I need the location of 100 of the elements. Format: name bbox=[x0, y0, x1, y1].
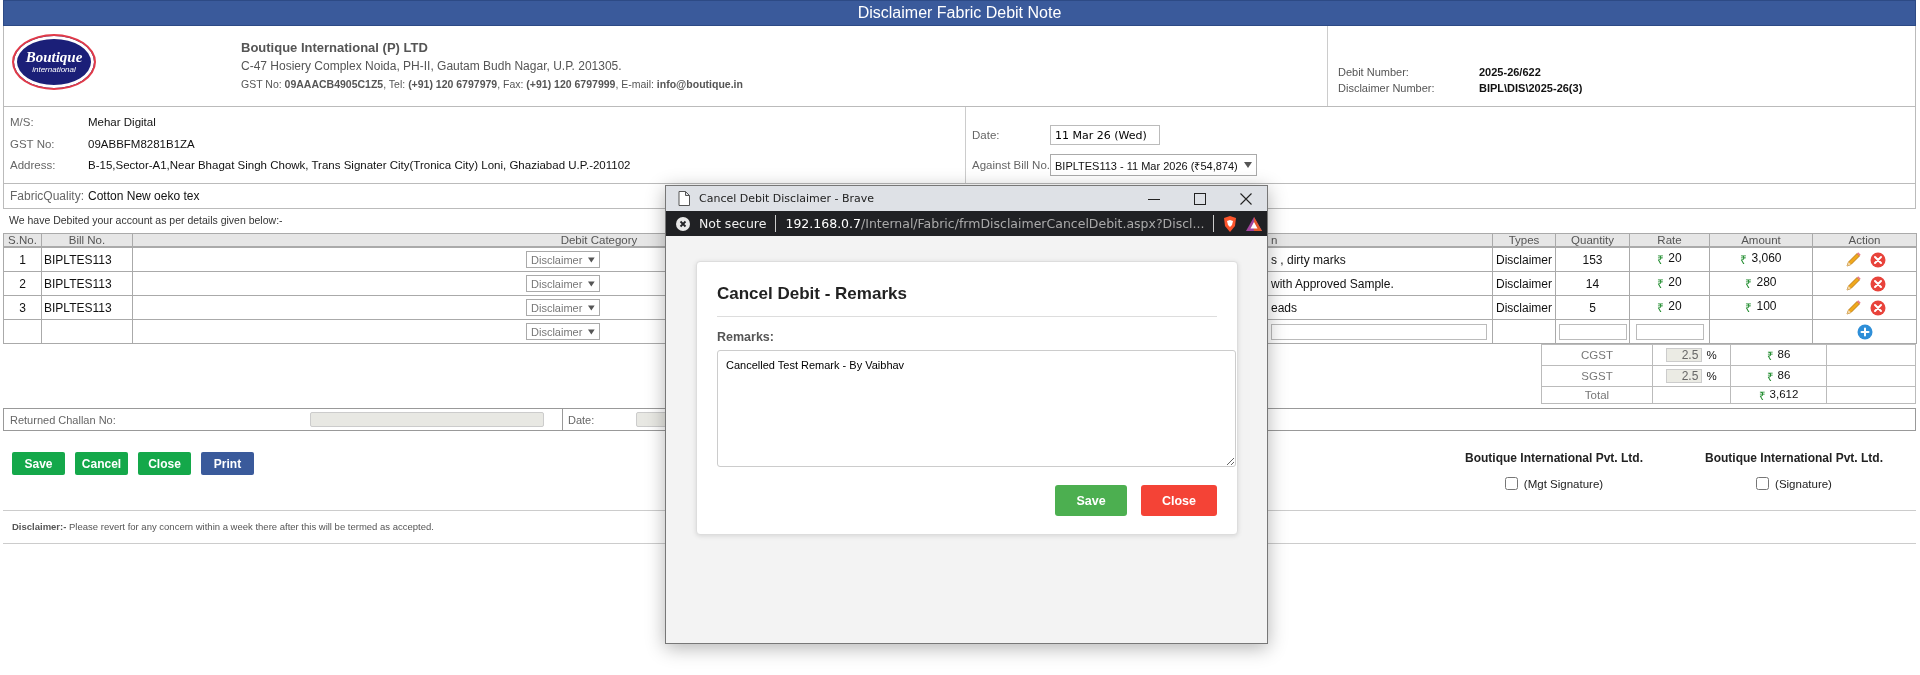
field-label: FabricQuality: bbox=[10, 189, 85, 203]
table-cell: 2 bbox=[3, 271, 42, 296]
table-cell: CGST bbox=[1541, 344, 1653, 366]
field-value: B-15,Sector-A1,Near Bhagat Singh Chowk, Trans Signater City(Tronica City) Loni, Ghaziabad U.P.-201102 bbox=[88, 158, 631, 173]
percent-sign: % bbox=[1706, 370, 1717, 382]
table-cell: Disclaimer bbox=[1492, 271, 1556, 296]
amount-text: 86 bbox=[1777, 368, 1791, 383]
pencil-icon[interactable] bbox=[1843, 250, 1862, 269]
amount-text: 86 bbox=[1777, 347, 1791, 362]
currency-symbol: ₹ bbox=[1657, 300, 1665, 316]
window-title: Cancel Debit Disclaimer - Brave bbox=[699, 192, 876, 205]
page-icon bbox=[678, 191, 690, 206]
currency-symbol: ₹ bbox=[1766, 369, 1774, 384]
input-field[interactable] bbox=[1271, 323, 1487, 340]
action-button[interactable]: Close bbox=[138, 452, 191, 475]
table-cell: 5 bbox=[1555, 295, 1630, 320]
lion-shield-icon[interactable] bbox=[1223, 215, 1238, 232]
field-value: 2025-26/622 bbox=[1479, 65, 1541, 80]
date-field[interactable]: 11 Mar 26 (Wed) bbox=[1050, 125, 1160, 145]
input-field[interactable] bbox=[1558, 323, 1627, 340]
error-icon bbox=[676, 216, 690, 231]
table-cell: Disclaimer bbox=[1492, 247, 1556, 272]
dropdown[interactable]: Disclaimer bbox=[526, 251, 600, 268]
percent-field[interactable]: 2.5 bbox=[1666, 369, 1703, 383]
input-field[interactable] bbox=[1635, 323, 1704, 340]
column-header: Types bbox=[1492, 233, 1556, 247]
disclaimer-text: Disclaimer:- Please revert for any concern within a week there after this will be termed as accepted. bbox=[11, 520, 435, 534]
amount-text: 20 bbox=[1668, 299, 1682, 315]
dropdown[interactable]: Disclaimer bbox=[526, 299, 600, 316]
currency-symbol: ₹ bbox=[1657, 252, 1665, 268]
table-cell: SGST bbox=[1541, 365, 1653, 387]
currency-symbol: ₹ bbox=[1745, 300, 1753, 316]
field-label: Debit Number: bbox=[1338, 65, 1410, 80]
action-button[interactable]: Cancel bbox=[75, 452, 128, 475]
field-value: Cotton New oeko tex bbox=[88, 189, 200, 203]
delete-icon[interactable] bbox=[1869, 251, 1886, 268]
field-value: Mehar Digital bbox=[88, 115, 156, 130]
company-name: Boutique International Pvt. Ltd. bbox=[1465, 451, 1643, 465]
remarks-field[interactable]: Cancelled Test Remark - By Vaibhav bbox=[717, 350, 1236, 467]
table-cell: BIPLTES113 bbox=[41, 295, 133, 320]
amount-text: 100 bbox=[1756, 299, 1777, 315]
delete-icon[interactable] bbox=[1869, 275, 1886, 292]
currency-symbol: ₹ bbox=[1758, 388, 1766, 403]
dropdown[interactable]: Disclaimer bbox=[526, 275, 600, 292]
dialog-button[interactable]: Save bbox=[1055, 485, 1127, 516]
security-label: Not secure bbox=[699, 216, 767, 231]
column-header: Rate bbox=[1629, 233, 1710, 247]
action-button[interactable]: Print bbox=[201, 452, 254, 475]
delete-icon[interactable] bbox=[1869, 299, 1886, 316]
dropdown[interactable]: Disclaimer bbox=[526, 323, 600, 340]
page-title: Disclaimer Fabric Debit Note bbox=[3, 0, 1916, 26]
table-cell: 153 bbox=[1555, 247, 1630, 272]
checkbox-label: (Mgt Signature) bbox=[1523, 477, 1604, 490]
caret-icon bbox=[1243, 162, 1252, 168]
caret-icon bbox=[588, 328, 595, 335]
currency-symbol: ₹ bbox=[1766, 348, 1774, 363]
field-label: Date: bbox=[972, 129, 1001, 141]
pencil-icon[interactable] bbox=[1843, 274, 1862, 293]
field-label: M/S: bbox=[10, 115, 35, 130]
amount-text: 280 bbox=[1756, 275, 1777, 291]
caret-icon bbox=[588, 304, 595, 311]
dropdown[interactable]: BIPLTES113 - 11 Mar 2026 (₹54,874) bbox=[1050, 154, 1257, 176]
dialog-heading: Cancel Debit - Remarks bbox=[717, 284, 908, 304]
company-address: C-47 Hosiery Complex Noida, PH-II, Gautam Budh Nagar, U.P. 201305. bbox=[241, 58, 623, 75]
table-cell: 14 bbox=[1555, 271, 1630, 296]
checkbox-label: (Signature) bbox=[1775, 477, 1832, 490]
caret-icon bbox=[588, 256, 595, 263]
table-cell: Total bbox=[1541, 386, 1653, 404]
field-value: 09ABBFM8281B1ZA bbox=[88, 136, 195, 152]
currency-symbol: ₹ bbox=[1740, 252, 1748, 268]
percent-field[interactable]: 2.5 bbox=[1666, 348, 1703, 362]
table-cell: BIPLTES113 bbox=[41, 271, 133, 296]
dialog-button[interactable]: Close bbox=[1141, 485, 1217, 516]
column-header: Bill No. bbox=[41, 233, 133, 247]
currency-symbol: ₹ bbox=[1657, 276, 1665, 292]
action-button[interactable]: Save bbox=[12, 452, 65, 475]
column-header: S.No. bbox=[3, 233, 42, 247]
checkbox[interactable] bbox=[1504, 477, 1518, 490]
triangle-icon[interactable] bbox=[1246, 216, 1263, 231]
table-cell: 3 bbox=[3, 295, 42, 320]
column-header: Quantity bbox=[1555, 233, 1630, 247]
pencil-icon[interactable] bbox=[1843, 298, 1862, 317]
table-cell: Disclaimer bbox=[1492, 295, 1556, 320]
company-name: Boutique International Pvt. Ltd. bbox=[1705, 451, 1883, 465]
amount-text: 20 bbox=[1668, 251, 1682, 267]
field-label: Remarks: bbox=[717, 330, 775, 344]
amount-text: 3,612 bbox=[1769, 387, 1799, 402]
currency-symbol: ₹ bbox=[1745, 276, 1753, 292]
field-label: Disclaimer Number: bbox=[1338, 81, 1436, 96]
url-path[interactable]: /Internal/Fabric/frmDisclaimerCancelDebit.aspx?Discl... bbox=[861, 216, 1205, 231]
field-label: GST No: bbox=[10, 136, 56, 152]
company-contact: GST No: 09AAACB4905C1Z5, Tel: (+91) 120 6797979, Fax: (+91) 120 6797999, E-mail: info@boutique.in bbox=[241, 77, 743, 92]
add-icon[interactable] bbox=[1856, 323, 1873, 340]
caret-icon bbox=[588, 280, 595, 287]
maximize-icon[interactable] bbox=[1194, 192, 1206, 205]
field-value: BIPL\DIS\2025-26(3) bbox=[1479, 81, 1583, 96]
checkbox[interactable] bbox=[1756, 477, 1770, 490]
url-host[interactable]: 192.168.0.7 bbox=[785, 216, 861, 231]
close-icon[interactable] bbox=[1240, 192, 1252, 205]
field-label: Date: bbox=[568, 413, 596, 426]
